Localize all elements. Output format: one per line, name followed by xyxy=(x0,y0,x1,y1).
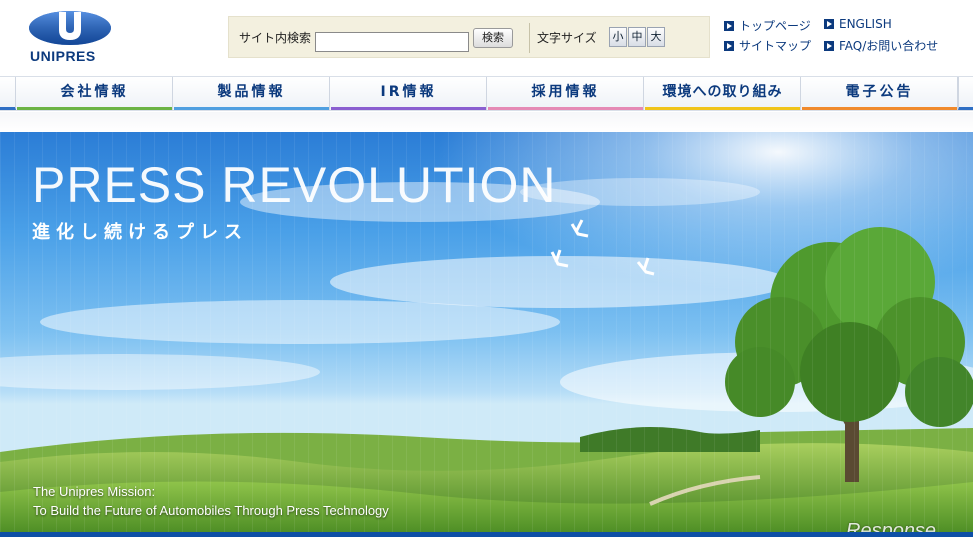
nav-item-ir[interactable]: IR情報 xyxy=(331,77,487,110)
nav-color-bar xyxy=(802,107,957,110)
nav-label: 採用情報 xyxy=(531,84,600,100)
mission-line-1: The Unipres Mission: xyxy=(33,484,156,499)
search-label: サイト内検索 xyxy=(239,31,312,45)
nav-label: 環境への取り組み xyxy=(662,84,783,100)
english-link[interactable]: ENGLISH xyxy=(824,17,892,31)
mission-statement: The Unipres Mission: To Build the Future… xyxy=(33,482,389,520)
arrow-right-icon xyxy=(824,19,834,29)
nav-label: IR情報 xyxy=(380,84,437,100)
search-panel: サイト内検索 検索 文字サイズ 小 中 大 xyxy=(228,16,710,58)
mission-line-2: To Build the Future of Automobiles Throu… xyxy=(33,503,389,518)
nav-item-public-notice[interactable]: 電子公告 xyxy=(802,77,958,110)
arrow-right-icon xyxy=(824,41,834,51)
sitemap-label: サイトマップ xyxy=(739,39,812,53)
watermark-text: Response. xyxy=(846,520,942,532)
top-page-label: トップページ xyxy=(739,19,811,33)
hero-subtitle: 進化し続けるプレス xyxy=(32,222,248,243)
nav-item-products[interactable]: 製品情報 xyxy=(174,77,330,110)
top-page-link[interactable]: トップページ xyxy=(724,17,811,34)
hero-title: PRESS REVOLUTION xyxy=(32,157,557,213)
arrow-right-icon xyxy=(724,21,734,31)
font-size-small-button[interactable]: 小 xyxy=(609,27,627,47)
nav-item-recruit[interactable]: 採用情報 xyxy=(488,77,644,110)
nav-item-company[interactable]: 会社情報 xyxy=(17,77,173,110)
subnav-spacer xyxy=(0,112,973,132)
nav-edge-left xyxy=(0,77,16,110)
footer-strip xyxy=(0,537,973,553)
nav-color-bar xyxy=(17,107,172,110)
nav-color-bar xyxy=(645,107,800,110)
search-input[interactable] xyxy=(315,32,469,52)
unipres-logo-mark xyxy=(29,11,111,45)
faq-contact-label: FAQ/お問い合わせ xyxy=(839,39,939,53)
global-nav: 会社情報 製品情報 IR情報 採用情報 環境への取り組み 電子公告 xyxy=(0,76,973,111)
unipres-logo[interactable]: UNIPRES xyxy=(28,10,116,66)
nav-label: 製品情報 xyxy=(217,84,286,100)
english-label: ENGLISH xyxy=(839,17,892,31)
divider xyxy=(529,23,530,53)
site-header: UNIPRES サイト内検索 検索 文字サイズ 小 中 大 トップページ ENG… xyxy=(0,0,973,76)
font-size-label: 文字サイズ xyxy=(537,31,597,45)
sitemap-link[interactable]: サイトマップ xyxy=(724,37,811,54)
nav-label: 会社情報 xyxy=(60,84,129,100)
nav-edge-right xyxy=(958,77,973,110)
hero-banner[interactable]: PRESS REVOLUTION 進化し続けるプレス The Unipres M… xyxy=(0,132,973,532)
font-size-large-button[interactable]: 大 xyxy=(647,27,665,47)
nav-color-bar xyxy=(331,107,486,110)
logo-text: UNIPRES xyxy=(30,48,96,64)
nav-item-environment[interactable]: 環境への取り組み xyxy=(645,77,801,110)
search-button[interactable]: 検索 xyxy=(473,28,513,48)
nav-color-bar xyxy=(174,107,329,110)
faq-contact-link[interactable]: FAQ/お問い合わせ xyxy=(824,37,938,54)
arrow-right-icon xyxy=(724,41,734,51)
nav-label: 電子公告 xyxy=(845,84,914,100)
nav-color-bar xyxy=(488,107,643,110)
font-size-medium-button[interactable]: 中 xyxy=(628,27,646,47)
